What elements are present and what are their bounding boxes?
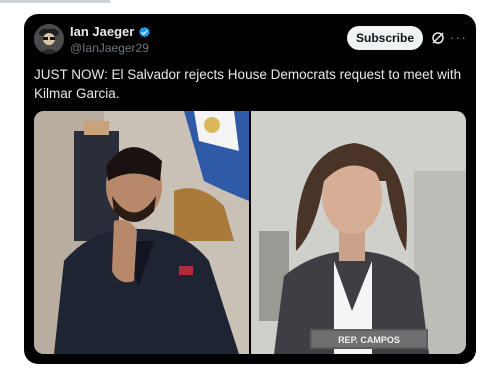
more-options-icon[interactable]: ··· <box>450 29 467 45</box>
post-media[interactable]: REP. CAMPOS <box>34 111 466 354</box>
author-handle[interactable]: @IanJaeger29 <box>70 41 151 56</box>
verified-badge-icon <box>138 26 151 39</box>
top-divider <box>0 0 110 3</box>
right-photo: REP. CAMPOS <box>251 111 466 354</box>
post-card[interactable]: Ian Jaeger @IanJaeger29 Subscribe ··· JU… <box>24 14 476 364</box>
author-block: Ian Jaeger @IanJaeger29 <box>70 24 151 56</box>
avatar[interactable] <box>34 24 64 54</box>
author-name[interactable]: Ian Jaeger <box>70 24 134 40</box>
subscribe-button[interactable]: Subscribe <box>347 26 423 50</box>
post-text: JUST NOW: El Salvador rejects House Demo… <box>34 67 462 101</box>
nameplate-text: REP. CAMPOS <box>338 335 400 345</box>
grok-icon[interactable] <box>431 31 445 45</box>
left-photo <box>34 111 249 354</box>
